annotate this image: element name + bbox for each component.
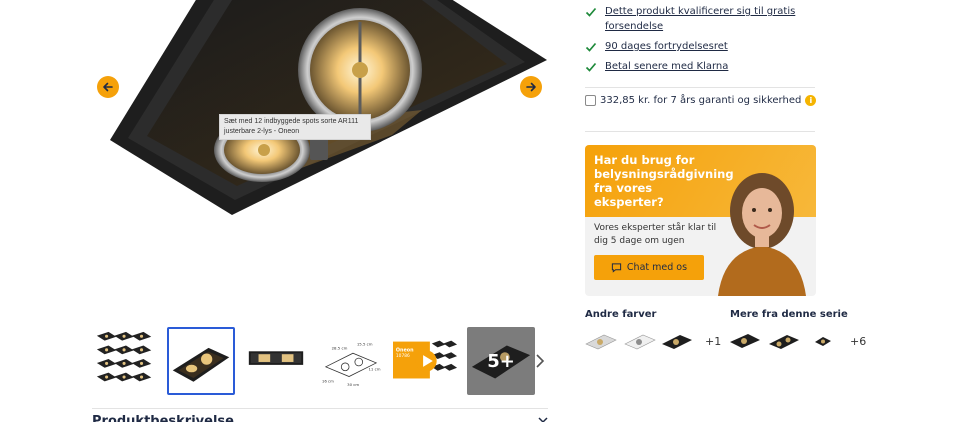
divider (585, 87, 815, 88)
more-colors-count[interactable]: +1 (705, 335, 721, 348)
color-swatch-white-alt[interactable] (623, 330, 657, 354)
checkmark-icon (585, 62, 597, 72)
thumbnail-strip: 28.5 cm 15.5 cm 11 cm 16 cm 30 cm Oneon … (92, 327, 535, 395)
chevron-down-icon[interactable] (538, 416, 548, 422)
guarantee-label: 332,85 kr. for 7 års garanti og sikkerhe… (600, 95, 802, 106)
usp-return-policy[interactable]: 90 dages fortrydelsesret (605, 39, 728, 54)
usp-klarna[interactable]: Betal senere med Klarna (605, 59, 728, 74)
checkmark-icon (585, 42, 597, 52)
thumb-dimensions[interactable]: 28.5 cm 15.5 cm 11 cm 16 cm 30 cm (317, 327, 385, 395)
previous-image-button[interactable] (97, 76, 119, 98)
usp-free-shipping[interactable]: Dette produkt kvalificerer sig til grati… (605, 4, 815, 34)
description-heading[interactable]: Produktbeskrivelse (92, 414, 234, 422)
svg-text:16 cm: 16 cm (322, 378, 334, 383)
svg-text:28.5 cm: 28.5 cm (332, 345, 348, 350)
chevron-right-icon[interactable] (533, 352, 547, 370)
svg-text:30 cm: 30 cm (347, 382, 359, 387)
usp-item[interactable]: Dette produkt kvalificerer sig til grati… (585, 4, 815, 34)
divider (585, 131, 815, 132)
series-item[interactable] (728, 330, 762, 354)
divider (92, 408, 548, 409)
thumb-side-view[interactable] (242, 327, 310, 395)
checkmark-icon (585, 7, 597, 17)
arrow-left-icon (103, 82, 113, 92)
color-swatch-black[interactable] (660, 330, 694, 354)
svg-text:15.5 cm: 15.5 cm (357, 341, 373, 346)
expert-advice-card: Har du brug for belysningsrådgivning fra… (585, 145, 816, 296)
series-item[interactable] (767, 330, 801, 354)
other-colors-label: Andre farver (585, 309, 657, 320)
color-swatch-white[interactable] (584, 330, 618, 354)
same-series-label: Mere fra denne serie (730, 309, 848, 320)
thumb-more[interactable]: 5+ (467, 327, 535, 395)
arrow-right-icon (526, 82, 536, 92)
next-image-button[interactable] (520, 76, 542, 98)
expert-photo (718, 173, 806, 296)
chat-icon (611, 263, 622, 273)
thumb-black-spot[interactable] (167, 327, 235, 395)
svg-text:10786: 10786 (396, 353, 410, 359)
svg-text:11 cm: 11 cm (368, 367, 380, 372)
usp-list: Dette produkt kvalificerer sig til grati… (585, 4, 815, 79)
svg-text:Oneon: Oneon (396, 347, 414, 353)
product-page: Sæt med 12 indbyggede spots sorte AR111 … (0, 0, 960, 422)
advice-text: Vores eksperter står klar til dig 5 dage… (594, 223, 717, 246)
usp-item[interactable]: 90 dages fortrydelsesret (585, 39, 815, 54)
advice-title: Har du brug for belysningsrådgivning fra… (594, 153, 734, 209)
guarantee-checkbox[interactable] (585, 95, 596, 106)
guarantee-option[interactable]: 332,85 kr. for 7 års garanti og sikkerhe… (585, 95, 817, 106)
main-product-image[interactable] (92, 0, 552, 310)
more-series-count[interactable]: +6 (850, 335, 866, 348)
chat-button-label: Chat med os (626, 262, 688, 273)
thumb-video[interactable]: Oneon 10786 (392, 327, 460, 395)
thumb-set-grid[interactable] (92, 327, 160, 395)
info-icon[interactable]: i (805, 95, 817, 106)
chat-button[interactable]: Chat med os (594, 255, 704, 280)
more-images-label: 5+ (487, 350, 515, 372)
series-item[interactable] (805, 330, 839, 354)
image-tooltip: Sæt med 12 indbyggede spots sorte AR111 … (219, 114, 371, 140)
usp-item[interactable]: Betal senere med Klarna (585, 59, 815, 74)
